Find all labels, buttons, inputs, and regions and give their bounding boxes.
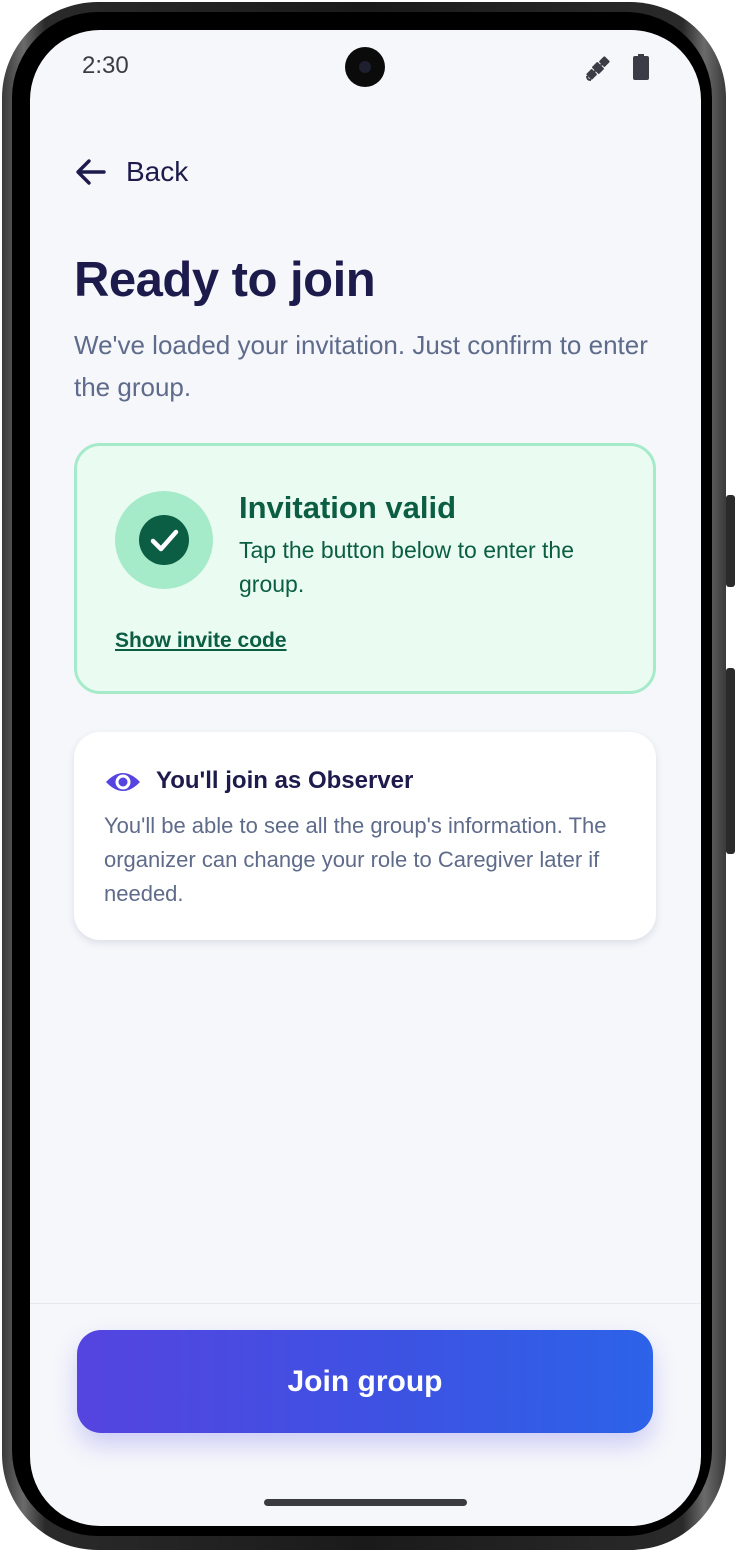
invitation-status-title: Invitation valid: [239, 490, 457, 525]
status-bar: 2:30: [30, 30, 701, 104]
back-label: Back: [126, 156, 189, 187]
arrow-left-icon: [76, 159, 106, 185]
eye-icon: [106, 773, 140, 791]
volume-button: [726, 495, 735, 587]
check-circle-icon: [115, 491, 213, 589]
footer-divider: [30, 1303, 701, 1304]
invitation-status-description: Tap the button below to enter the group.: [239, 537, 575, 597]
app-screen: 2:30 Back Ready to join We've loaded you…: [30, 30, 701, 1526]
page-subtitle: We've loaded your invitation. Just confi…: [74, 330, 648, 402]
role-info-card: You'll join as Observer You'll be able t…: [74, 732, 656, 940]
join-group-button[interactable]: Join group: [77, 1330, 653, 1433]
front-camera: [345, 47, 385, 87]
role-title: You'll join as Observer: [156, 767, 414, 794]
power-button: [726, 668, 735, 854]
page-title: Ready to join: [74, 253, 376, 307]
home-indicator[interactable]: [264, 1499, 467, 1506]
invitation-status-card: Invitation valid Tap the button below to…: [74, 443, 656, 694]
show-invite-code-link[interactable]: Show invite code: [115, 629, 287, 653]
checkmark-icon: [150, 529, 179, 552]
satellite-icon: [586, 56, 610, 81]
phone-device: 2:30 Back Ready to join We've loaded you…: [0, 0, 735, 1553]
back-button[interactable]: Back: [74, 150, 188, 194]
status-time: 2:30: [82, 52, 129, 79]
battery-icon: [633, 54, 649, 80]
join-group-label: Join group: [287, 1364, 443, 1398]
role-description: You'll be able to see all the group's in…: [104, 813, 607, 906]
